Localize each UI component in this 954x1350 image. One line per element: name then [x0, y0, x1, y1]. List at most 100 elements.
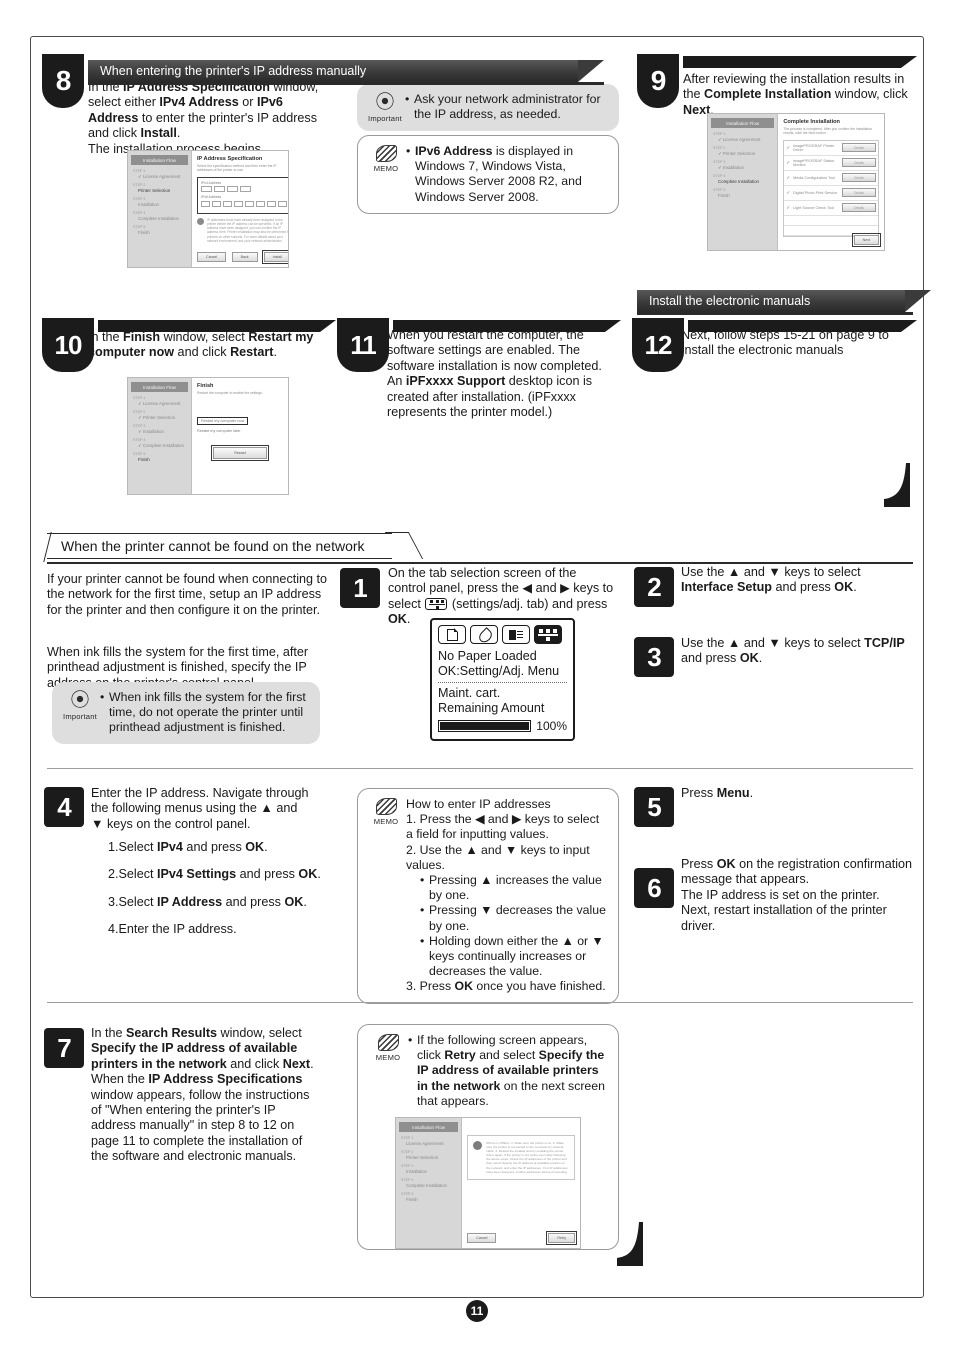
list-item: 3.Select IP Address and press OK. [108, 895, 338, 910]
screenshot-finish: Installation Flow STEP 1 ✓ License Agree… [127, 377, 289, 495]
flow-step-name: Finish [138, 230, 150, 235]
list-item: 4.Enter the IP address. [108, 922, 338, 937]
memo-icon: MEMO [368, 1033, 408, 1109]
screenshot-complete-installation: Installation Flow STEP 1 ✓ License Agree… [707, 113, 885, 251]
ink-tab-icon[interactable] [470, 625, 498, 644]
net-step-4-item-3: 4.Enter the IP address. [108, 922, 237, 937]
cancel-button[interactable]: Cancel [467, 1233, 497, 1244]
next-button[interactable]: Next [851, 233, 882, 247]
offline-warning-text: IPFxxx is Offline / 1. Make sure the pri… [486, 1141, 568, 1174]
lcd-tab-strip[interactable] [438, 625, 567, 644]
step-11-swoosh [393, 320, 621, 332]
step-badge-n4: 4 [44, 787, 84, 827]
note-text: • If the following screen appears, click … [408, 1033, 608, 1109]
paper-tab-icon[interactable] [438, 625, 466, 644]
memo-bullet: • Pressing ▼ decreases the value by one. [420, 903, 606, 933]
step-10-text: In the Finish window, select Restart my … [88, 330, 314, 360]
divider-rule-1 [47, 768, 913, 769]
note-important-admin-text: Ask your network administrator for the I… [414, 92, 601, 122]
dialog-subtitle: The process is completed. After you conf… [783, 127, 872, 136]
corner-ornament [617, 1222, 643, 1266]
restart-now-radio[interactable]: Restart my computer now [197, 417, 249, 426]
flow-step-name: Finish [718, 193, 730, 198]
job-tab-icon[interactable] [502, 625, 530, 644]
flow-step-name: Printer Selection [138, 188, 171, 193]
flow-step-name: ✓ Printer Selection [138, 415, 176, 420]
restart-button[interactable]: Restart [211, 445, 269, 462]
net-step-3-text: Use the ▲ and ▼ keys to select TCP/IP an… [681, 636, 905, 666]
installer-flow-title: Installation Flow [131, 155, 188, 165]
divider-rule-2 [47, 1002, 913, 1003]
step-badge-12: 12 [632, 318, 684, 372]
installer-main-pane: Complete Installation The process is com… [778, 114, 884, 250]
banner-install-manuals: Install the electronic manuals [637, 290, 931, 312]
important-icon: ⦿ Important [63, 690, 97, 721]
retry-button[interactable]: Retry [546, 1231, 577, 1246]
details-button[interactable]: Details [842, 173, 876, 183]
note-text: • When ink fills the system for the first… [100, 690, 310, 736]
net-step-2-text: Use the ▲ and ▼ keys to select Interface… [681, 565, 861, 595]
memo-item: 1. Press the ◀ and ▶ keys to select a fi… [406, 812, 600, 842]
screenshot-retry-offline: Installation Flow STEP 1 License Agreeme… [395, 1117, 581, 1250]
dialog-subtitle: Restart the computer to enable the setti… [197, 391, 263, 395]
table-row-empty [784, 216, 878, 226]
settings-adj-tab-icon[interactable] [534, 625, 562, 644]
install-button[interactable]: Install [261, 250, 288, 264]
net-step-4-list: 1.Select IPv4 and press OK. 2.Select IPv… [108, 840, 338, 950]
installer-flow-title: Installation Flow [399, 1122, 459, 1133]
corner-ornament [884, 463, 910, 507]
back-button[interactable]: Back [231, 252, 258, 262]
note-memo-retry-text: If the following screen appears, click R… [417, 1033, 605, 1108]
list-item: 1.Select IPv4 and press OK. [108, 840, 338, 855]
net-step-4-text: Enter the IP address. Navigate through t… [91, 786, 309, 831]
installer-flow-sidebar: Installation Flow STEP 1 License Agreeme… [396, 1118, 463, 1249]
flow-step-name: Complete Installation [138, 216, 180, 221]
list-item: 2.Select IPv4 Settings and press OK. [108, 867, 338, 882]
memo-bullet: • Pressing ▲ increases the value by one. [420, 873, 602, 903]
step-badge-10: 10 [42, 318, 94, 372]
page-number: 11 [466, 1300, 488, 1322]
memo-last: 3. Press OK once you have finished. [406, 979, 606, 994]
intro-paragraph-1: If your printer cannot be found when con… [47, 572, 328, 617]
table-row: ✓ Media Configuration Tool Details [784, 171, 878, 186]
step-10-swoosh [98, 320, 336, 332]
step-badge-8: 8 [42, 54, 84, 108]
dialog-title: Finish [197, 383, 214, 389]
offline-warning-dialog: IPFxxx is Offline / 1. Make sure the pri… [467, 1135, 575, 1180]
step-9-text: After reviewing the installation results… [683, 72, 908, 117]
details-button[interactable]: Details [842, 188, 876, 198]
flow-step-name: License Agreement [406, 1141, 444, 1147]
printer-lcd-panel: No Paper Loaded OK:Setting/Adj. Menu Mai… [430, 618, 575, 741]
details-button[interactable]: Details [842, 158, 876, 168]
warning-icon [473, 1141, 483, 1151]
dialog-buttons: Cancel Retry [467, 1231, 577, 1246]
table-row: ✓ imagePROGRAF Printer Driver Details [784, 141, 878, 156]
installer-flow-sidebar: Installation Flow STEP 1 ✓ License Agree… [708, 114, 779, 250]
table-row: ✓ Digital Photo Print Service Details [784, 186, 878, 201]
flow-step-name: Installation [138, 202, 159, 207]
cancel-button[interactable]: Cancel [197, 252, 227, 262]
memo-bullet: • Holding down either the ▲ or ▼ keys con… [420, 933, 604, 979]
flow-step-name: Complete Installation [406, 1183, 448, 1189]
details-button[interactable]: Details [842, 143, 876, 153]
installer-flow-sidebar: Installation Flow STEP 1 ✓ License Agree… [128, 151, 192, 267]
step-badge-n6: 6 [634, 868, 674, 908]
flow-step-name: ✓ Printer Selection [718, 151, 756, 156]
installer-main-pane: IP Address Specification Select the spec… [192, 151, 288, 267]
flow-step-name: ✓ Complete Installation [138, 443, 184, 448]
dialog-subtitle: Select the specification method and then… [197, 164, 277, 173]
installer-main-pane: IPFxxx is Offline / 1. Make sure the pri… [462, 1118, 580, 1249]
details-button[interactable]: Details [842, 203, 876, 213]
note-important-ink: ⦿ Important • When ink fills the system f… [52, 682, 320, 744]
ipv6-octet-inputs[interactable] [201, 200, 287, 207]
note-important-admin: ⦿ Important • Ask your network administra… [357, 84, 619, 131]
restart-later-radio[interactable]: Restart my computer later [197, 429, 283, 433]
note-memo-ipv6: MEMO • IPv6 Address is displayed in Windo… [357, 135, 619, 214]
net-step-4-item-2: 3.Select IP Address and press OK. [108, 894, 307, 909]
ipv4-octet-inputs[interactable] [201, 186, 287, 193]
memo-title: How to enter IP addresses [406, 797, 551, 811]
ip-fields-group: IPv4 Address IPv6 Address [197, 176, 288, 214]
table-row: ✓ imagePROGRAF Status Monitor Details [784, 156, 878, 171]
gauge-bar [438, 720, 532, 732]
table-row: ✓ Light Source Check Tool Details [784, 201, 878, 216]
